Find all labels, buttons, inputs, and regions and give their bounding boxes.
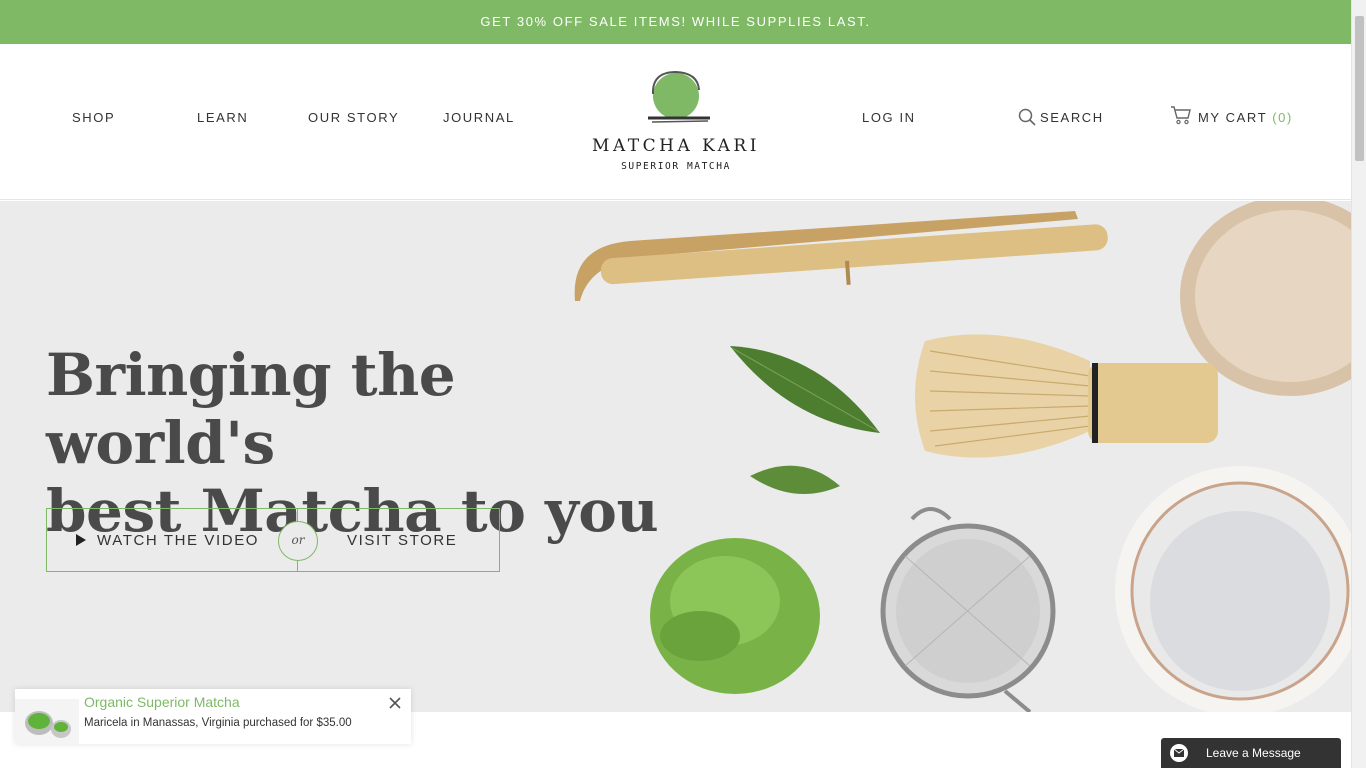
- page-scrollbar[interactable]: [1351, 0, 1366, 768]
- play-icon: [76, 534, 86, 546]
- nav-our-story[interactable]: OUR STORY: [308, 110, 399, 125]
- recent-purchase-popup[interactable]: Organic Superior Matcha Maricela in Mana…: [15, 689, 411, 744]
- hero-section: Bringing the world's best Matcha to you …: [0, 201, 1351, 712]
- promo-banner[interactable]: GET 30% OFF SALE ITEMS! WHILE SUPPLIES L…: [0, 0, 1351, 44]
- matcha-tins-image: [25, 711, 71, 738]
- hero-headline-line1: Bringing the world's: [46, 341, 456, 477]
- popup-purchase-text: Maricela in Manassas, Virginia purchased…: [84, 717, 352, 729]
- watch-video-button[interactable]: WATCH THE VIDEO: [75, 509, 259, 571]
- leave-message-label: Leave a Message: [1206, 746, 1301, 760]
- promo-text: GET 30% OFF SALE ITEMS! WHILE SUPPLIES L…: [480, 14, 871, 29]
- envelope-icon: [1170, 744, 1188, 762]
- nav-log-in[interactable]: LOG IN: [862, 110, 916, 125]
- visit-store-button[interactable]: VISIT STORE: [347, 509, 457, 571]
- search-button[interactable]: SEARCH: [1018, 108, 1104, 126]
- logo-mark-icon: [648, 70, 710, 123]
- nav-learn[interactable]: LEARN: [197, 110, 248, 125]
- nav-shop[interactable]: SHOP: [72, 110, 115, 125]
- close-icon[interactable]: [387, 695, 403, 711]
- leave-message-button[interactable]: Leave a Message: [1161, 738, 1341, 768]
- search-icon: [1018, 108, 1036, 126]
- cart-label: MY CART (0): [1198, 110, 1293, 125]
- site-logo[interactable]: MATCHA KARI SUPERIOR MATCHA: [586, 58, 766, 178]
- site-header: SHOP LEARN OUR STORY JOURNAL MATCHA KARI…: [0, 44, 1351, 200]
- logo-name: MATCHA KARI: [592, 136, 760, 156]
- cta-or-badge: or: [278, 521, 318, 561]
- search-label: SEARCH: [1040, 109, 1104, 125]
- visit-store-label: VISIT STORE: [347, 531, 458, 549]
- cart-count: (0): [1272, 109, 1293, 125]
- cart-label-text: MY CART: [1198, 109, 1267, 125]
- nav-journal[interactable]: JOURNAL: [443, 110, 515, 125]
- cart-icon: [1171, 106, 1191, 125]
- watch-video-label: WATCH THE VIDEO: [97, 531, 260, 549]
- cart-button[interactable]: MY CART (0): [1170, 105, 1293, 125]
- logo-tagline: SUPERIOR MATCHA: [621, 161, 731, 172]
- product-thumbnail: [15, 699, 79, 744]
- scrollbar-thumb[interactable]: [1355, 16, 1364, 161]
- hero-cta-group: WATCH THE VIDEO or VISIT STORE: [46, 508, 500, 572]
- popup-product-title[interactable]: Organic Superior Matcha: [84, 694, 240, 710]
